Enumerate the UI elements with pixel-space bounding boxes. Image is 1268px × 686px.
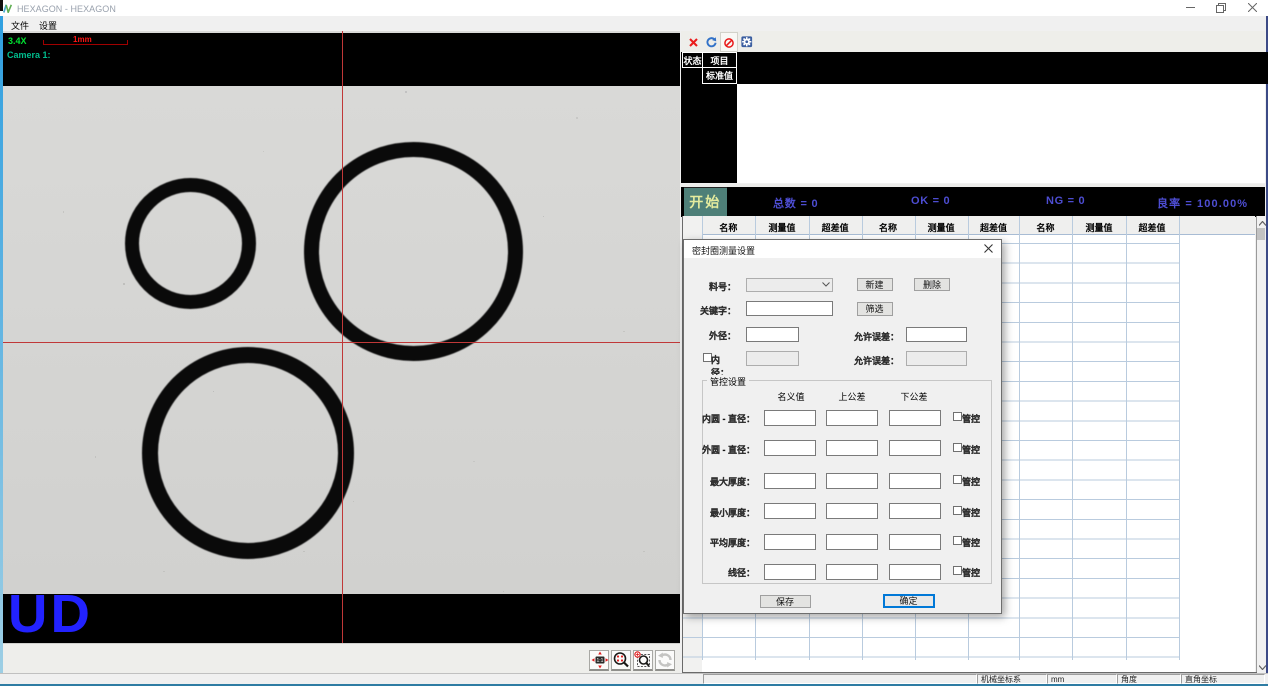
svg-text:1:1: 1:1 [596,658,603,664]
